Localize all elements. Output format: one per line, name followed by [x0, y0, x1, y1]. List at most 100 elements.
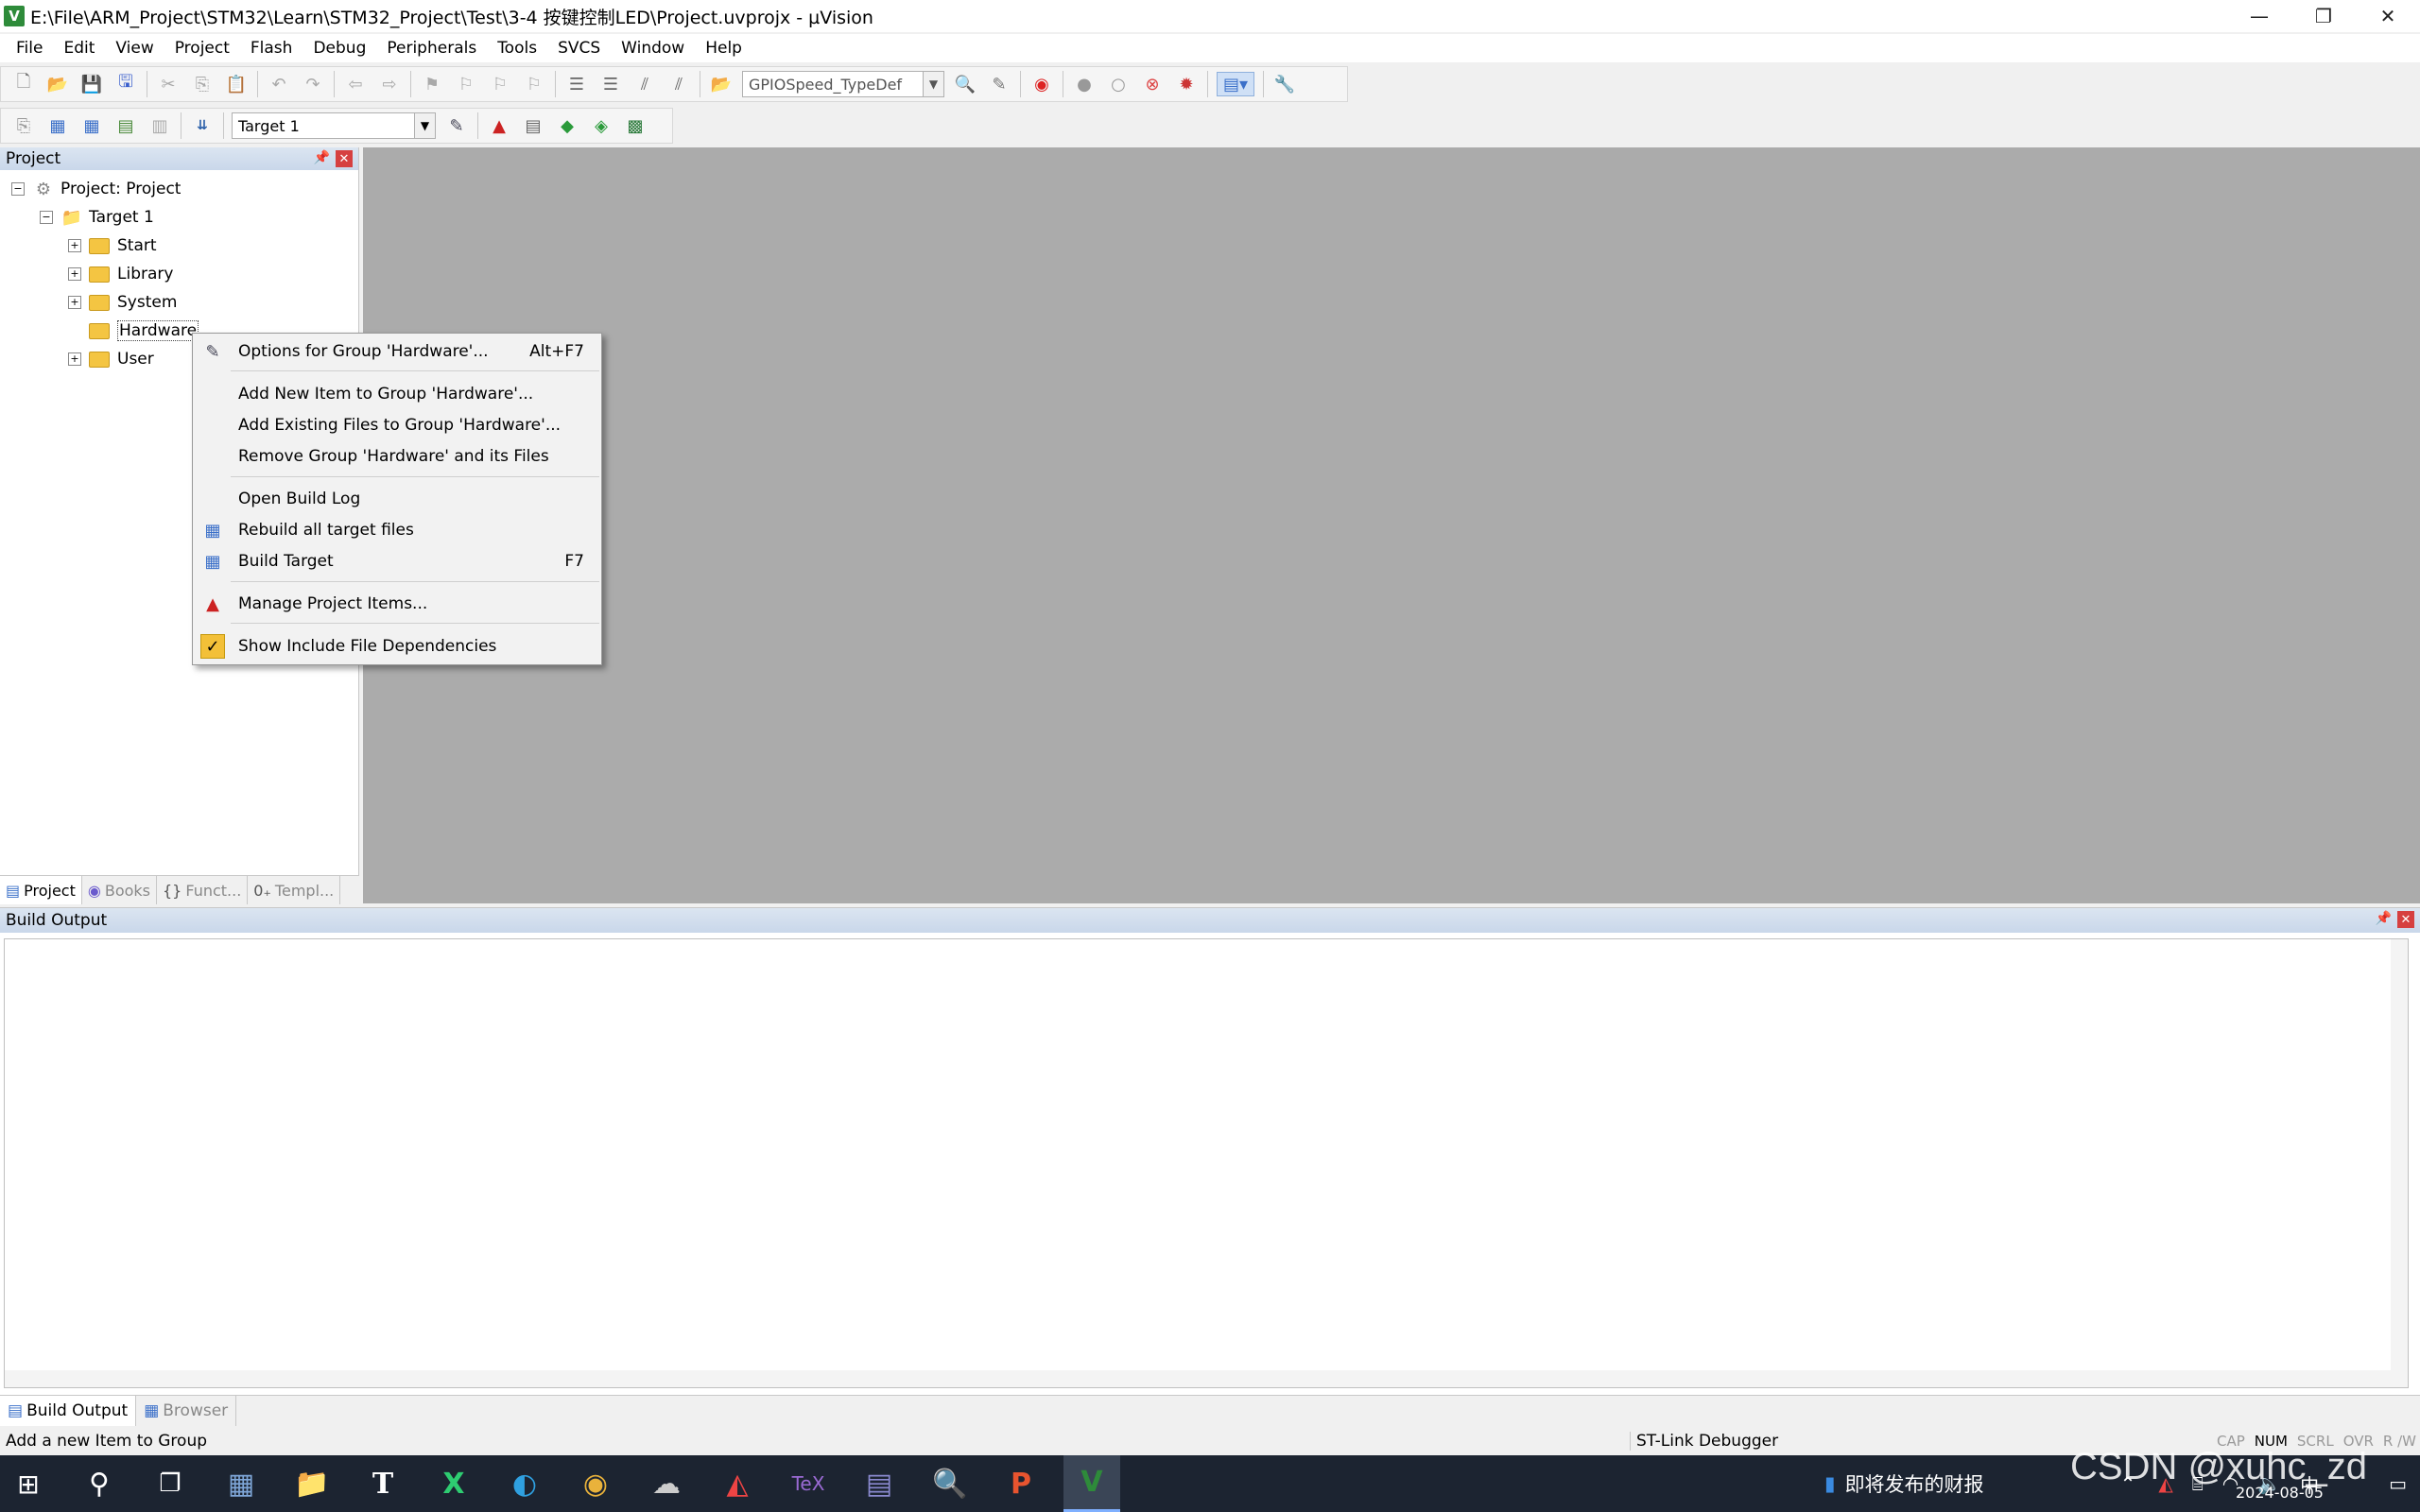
bookmark-next-icon[interactable]: ⚐: [488, 72, 512, 96]
software-packs-icon[interactable]: ▩: [623, 113, 648, 138]
undo-icon[interactable]: ↶: [267, 72, 291, 96]
menu-project[interactable]: Project: [164, 39, 240, 58]
close-button[interactable]: ✕: [2356, 0, 2420, 32]
vertical-scrollbar[interactable]: [2391, 939, 2408, 1387]
tab-browser[interactable]: ▦ Browser: [136, 1396, 237, 1426]
build-output-text-area[interactable]: [4, 938, 2409, 1388]
pin-icon[interactable]: 📌: [2376, 911, 2392, 926]
batch-build-icon[interactable]: ▤: [113, 113, 138, 138]
window-layout-icon[interactable]: ▤▾: [1217, 72, 1254, 96]
target-options-icon[interactable]: ✎: [444, 113, 469, 138]
tree-node-target[interactable]: − 📁 Target 1: [40, 204, 154, 231]
translate-icon[interactable]: ⎘: [11, 113, 36, 138]
close-icon[interactable]: ✕: [2397, 911, 2414, 928]
unindent-icon[interactable]: ☰: [598, 72, 623, 96]
tree-node-group-library[interactable]: + Library: [68, 261, 173, 287]
calendar-app-icon[interactable]: ▤: [851, 1455, 908, 1512]
menu-item-remove-group[interactable]: Remove Group 'Hardware' and its Files: [193, 441, 601, 472]
collapse-icon[interactable]: −: [11, 182, 25, 196]
menu-item-options-for-group[interactable]: ✎ Options for Group 'Hardware'... Alt+F7: [193, 336, 601, 367]
calculator-icon[interactable]: ▦: [213, 1455, 269, 1512]
horizontal-scrollbar[interactable]: [5, 1370, 2408, 1387]
texstudio-icon[interactable]: TeX: [780, 1455, 837, 1512]
build-icon[interactable]: ▦: [45, 113, 70, 138]
menu-item-manage-project-items[interactable]: ▲ Manage Project Items...: [193, 589, 601, 619]
tree-node-project[interactable]: − ⚙ Project: Project: [11, 176, 181, 202]
news-widget[interactable]: ▮ 即将发布的财报: [1824, 1455, 1984, 1512]
search-icon[interactable]: ⚲: [71, 1455, 128, 1512]
tree-node-group-hardware[interactable]: Hardware: [89, 318, 199, 344]
menu-item-show-include-dependencies[interactable]: ✓ Show Include File Dependencies: [193, 631, 601, 662]
chevron-down-icon[interactable]: ▼: [923, 72, 943, 96]
bookmark-insert-icon[interactable]: ⚑: [420, 72, 444, 96]
bookmark-previous-icon[interactable]: ⚐: [454, 72, 478, 96]
typora-icon[interactable]: T: [354, 1455, 411, 1512]
edge-icon[interactable]: ◐: [496, 1455, 553, 1512]
menu-window[interactable]: Window: [611, 39, 695, 58]
tab-books[interactable]: ◉ Books: [82, 876, 157, 904]
save-all-icon[interactable]: 🖫: [113, 72, 138, 96]
cut-icon[interactable]: ✂: [156, 72, 181, 96]
expand-icon[interactable]: +: [68, 267, 81, 281]
acrobat-icon[interactable]: ◭: [709, 1455, 766, 1512]
manage-project-items-icon[interactable]: ▲: [487, 113, 511, 138]
expand-icon[interactable]: +: [68, 352, 81, 366]
disable-all-breakpoints-icon[interactable]: ⊗: [1140, 72, 1165, 96]
configure-icon[interactable]: 🔧: [1272, 72, 1297, 96]
menu-item-open-build-log[interactable]: Open Build Log: [193, 484, 601, 514]
paste-icon[interactable]: 📋: [224, 72, 249, 96]
find-icon[interactable]: 🔍: [953, 72, 977, 96]
disable-breakpoint-icon[interactable]: ○: [1106, 72, 1131, 96]
new-file-icon[interactable]: 🗋: [11, 72, 36, 96]
target-combo[interactable]: Target 1 ▼: [232, 112, 436, 139]
menu-flash[interactable]: Flash: [240, 39, 303, 58]
tab-functions[interactable]: {} Funct...: [157, 876, 249, 904]
stop-build-icon[interactable]: ▥: [147, 113, 172, 138]
copy-icon[interactable]: ⎘: [190, 72, 215, 96]
find-in-files-icon[interactable]: 📂: [709, 72, 734, 96]
menu-view[interactable]: View: [105, 39, 164, 58]
cloud-app-icon[interactable]: ☁: [638, 1455, 695, 1512]
close-icon[interactable]: ✕: [336, 150, 353, 167]
find-combo[interactable]: GPIOSpeed_TypeDef ▼: [742, 71, 944, 97]
everything-search-icon[interactable]: 🔍: [922, 1455, 978, 1512]
windows-start-icon[interactable]: ⊞: [0, 1455, 57, 1512]
menu-help[interactable]: Help: [695, 39, 752, 58]
tree-node-group-system[interactable]: + System: [68, 289, 177, 316]
tab-build-output[interactable]: ▤ Build Output: [0, 1396, 137, 1426]
select-packs-icon[interactable]: ▤: [521, 113, 545, 138]
tab-templates[interactable]: 0₊ Templ...: [248, 876, 341, 904]
redo-icon[interactable]: ↷: [301, 72, 325, 96]
tree-node-group-user[interactable]: + User: [68, 346, 154, 372]
keil-uvision-icon[interactable]: V: [1063, 1455, 1120, 1512]
breakpoint-icon[interactable]: ●: [1072, 72, 1097, 96]
notification-icon[interactable]: ▭: [2389, 1472, 2407, 1495]
task-view-icon[interactable]: ❐: [142, 1455, 199, 1512]
debug-session-icon[interactable]: ◉: [1029, 72, 1054, 96]
open-file-icon[interactable]: 📂: [45, 72, 70, 96]
rebuild-icon[interactable]: ▦: [79, 113, 104, 138]
expand-icon[interactable]: +: [68, 296, 81, 309]
menu-item-add-new-item[interactable]: Add New Item to Group 'Hardware'...: [193, 379, 601, 409]
tab-project[interactable]: ▤ Project: [0, 876, 82, 904]
navigate-forward-icon[interactable]: ⇨: [377, 72, 402, 96]
indent-icon[interactable]: ☰: [564, 72, 589, 96]
chevron-down-icon[interactable]: ▼: [414, 113, 435, 138]
save-icon[interactable]: 💾: [79, 72, 104, 96]
menu-svcs[interactable]: SVCS: [547, 39, 611, 58]
pack-installer-icon[interactable]: ◆: [555, 113, 579, 138]
file-explorer-icon[interactable]: 📁: [284, 1455, 340, 1512]
incremental-find-icon[interactable]: ✎: [987, 72, 1011, 96]
xmind-icon[interactable]: X: [425, 1455, 482, 1512]
tree-node-group-start[interactable]: + Start: [68, 232, 157, 259]
menu-edit[interactable]: Edit: [53, 39, 105, 58]
download-icon[interactable]: ⇊: [190, 113, 215, 138]
minimize-button[interactable]: —: [2227, 0, 2291, 32]
restore-button[interactable]: ❐: [2291, 0, 2356, 32]
menu-peripherals[interactable]: Peripherals: [376, 39, 487, 58]
uncomment-icon[interactable]: ⫽: [666, 72, 691, 96]
chrome-icon[interactable]: ◉: [567, 1455, 624, 1512]
menu-debug[interactable]: Debug: [302, 39, 376, 58]
pin-icon[interactable]: 📌: [314, 150, 330, 165]
menu-file[interactable]: File: [6, 39, 53, 58]
